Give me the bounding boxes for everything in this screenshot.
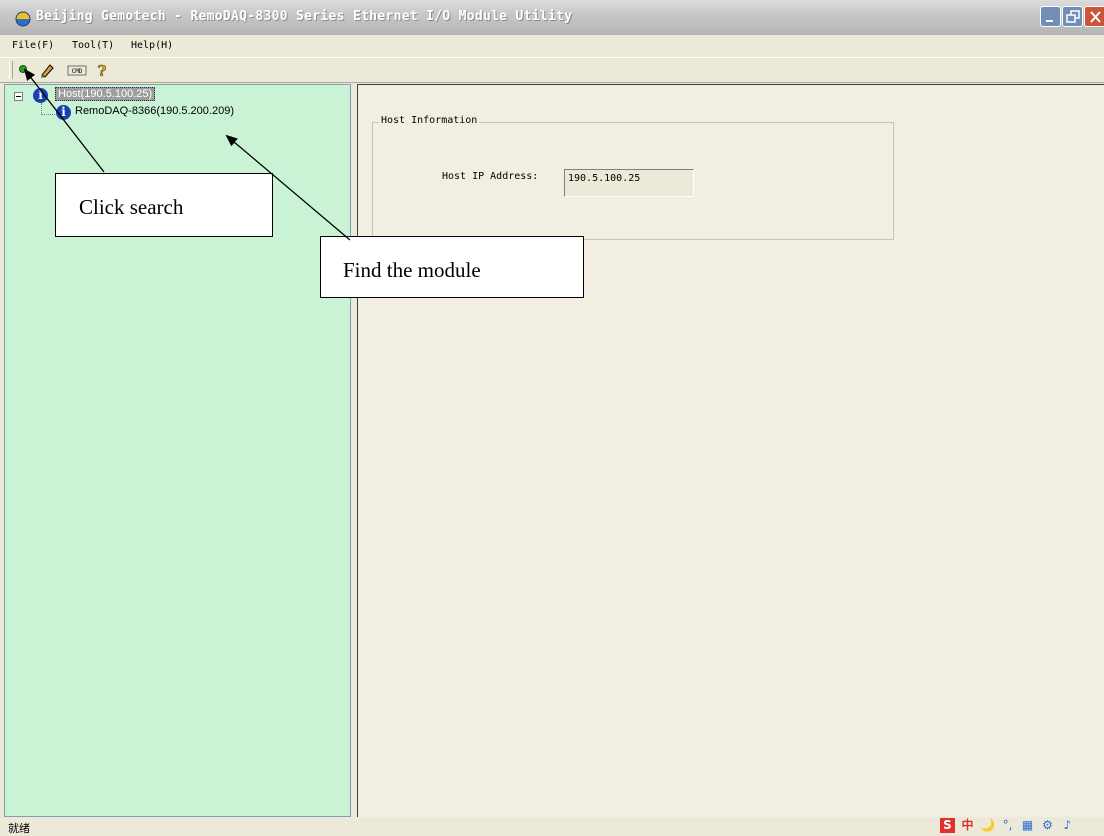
window-title: Beijing Gemotech - RemoDAQ-8300 Series E… (36, 9, 573, 24)
module-info-glyph: i (61, 105, 66, 119)
cmd-icon: CMD (67, 65, 87, 76)
pencil-icon (41, 64, 54, 78)
restore-button[interactable] (1062, 6, 1083, 27)
host-information-title: Host Information (379, 115, 480, 126)
punctuation-icon[interactable]: °, (1000, 818, 1015, 833)
tree-item-module[interactable]: RemoDAQ-8366(190.5.200.209) (75, 105, 234, 117)
minimize-button[interactable] (1040, 6, 1061, 27)
cmd-label: CMD (72, 68, 83, 75)
edit-button[interactable] (38, 61, 58, 79)
help-icon: ? (97, 62, 107, 81)
tree-collapse-toggle[interactable] (14, 92, 23, 101)
moon-icon[interactable]: 🌙 (980, 818, 995, 833)
click-search-callout: Click search (55, 173, 273, 237)
find-module-callout: Find the module (320, 236, 584, 298)
tools-icon[interactable]: ⚙ (1040, 818, 1055, 833)
content-panel: Host Information Host IP Address: 190.5.… (357, 84, 1104, 817)
sogou-icon[interactable]: S (940, 818, 955, 833)
menu-help[interactable]: Help(H) (131, 40, 173, 51)
close-button[interactable] (1084, 6, 1104, 27)
chinese-mode-icon[interactable]: 中 (960, 818, 975, 833)
menu-bar: File(F) Tool(T) Help(H) (0, 35, 1104, 57)
close-icon (1090, 11, 1101, 23)
restore-icon (1066, 10, 1080, 23)
toolbar: CMD ? (0, 57, 1104, 83)
click-search-text: Click search (79, 195, 184, 219)
cmd-button[interactable]: CMD (66, 61, 88, 79)
ime-toolbar[interactable]: S 中 🌙 °, ▦ ⚙ ♪ (937, 817, 1104, 834)
host-info-glyph: i (38, 88, 43, 102)
menu-file[interactable]: File(F) (12, 40, 54, 51)
host-ip-label: Host IP Address: (442, 171, 539, 182)
tree-item-host[interactable]: Host(190.5.100.25) (55, 87, 156, 101)
minimize-icon (1046, 20, 1053, 22)
status-bar: 就绪 S 中 🌙 °, ▦ ⚙ ♪ (0, 817, 1104, 835)
skin-icon[interactable]: ♪ (1060, 818, 1075, 833)
host-information-group: Host Information Host IP Address: 190.5.… (372, 115, 894, 240)
menu-tool[interactable]: Tool(T) (72, 40, 114, 51)
help-button[interactable]: ? (92, 61, 112, 81)
find-module-text: Find the module (343, 258, 481, 282)
toolbar-grip (9, 61, 13, 79)
host-ip-field[interactable]: 190.5.100.25 (564, 169, 694, 197)
tree-connector (41, 114, 55, 115)
keyboard-icon[interactable]: ▦ (1020, 818, 1035, 833)
module-info-icon: i (56, 105, 71, 120)
help-glyph: ? (98, 62, 107, 79)
search-button[interactable] (16, 61, 36, 79)
host-info-icon: i (33, 88, 48, 103)
title-bar: Beijing Gemotech - RemoDAQ-8300 Series E… (0, 0, 1104, 35)
search-icon (19, 65, 31, 76)
app-icon (15, 11, 31, 27)
